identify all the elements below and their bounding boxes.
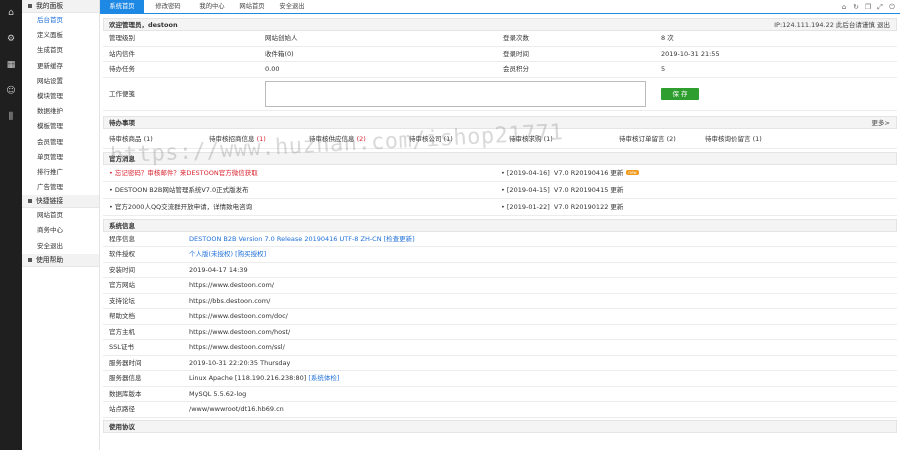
sidebar-item-generate-home[interactable]: 生成首页 — [22, 43, 99, 58]
sidebar: 我的面板 后台首页 定义面板 生成首页 更新缓存 网站设置 模块管理 数据维护 … — [22, 0, 100, 450]
admin-info-row: 站内信件 收件箱(0) 登录时间 2019-10-31 21:55 — [103, 47, 897, 63]
top-tab-bar: 系统首页 修改密码 我的中心 网站首页 安全退出 ⌂ ↻ ❐ ⤢ ⏻ — [100, 0, 900, 14]
admin-info-row: 管理级别 网站创始人 登录次数 8 次 — [103, 31, 897, 47]
system-row: 安装时间 2019-04-17 14:39 — [103, 263, 897, 278]
save-button[interactable]: 保 存 — [661, 87, 699, 100]
sidebar-item-custom-panel[interactable]: 定义面板 — [22, 28, 99, 43]
refresh-icon[interactable]: ↻ — [852, 3, 860, 11]
news-row: • 忘记密码？审核邮件？来DESTOON官方微信获取 • [2019-04-16… — [103, 165, 897, 182]
news-link[interactable]: • DESTOON B2B网站管理系统V7.0正式版发布 — [109, 182, 249, 199]
grid-icon[interactable]: ▦ — [6, 60, 16, 70]
tab-logout[interactable]: 安全退出 — [270, 0, 314, 14]
health-check-link[interactable]: [系统体检] — [308, 374, 339, 382]
system-row: 站点路径/www/wwwroot/dt16.hb69.cn — [103, 402, 897, 418]
sidebar-item-ranking[interactable]: 排行推广 — [22, 165, 99, 180]
sidebar-item-site-home[interactable]: 网站首页 — [22, 208, 99, 223]
ssl-link[interactable]: https://www.destoon.com/ssl/ — [189, 340, 285, 356]
system-row: 支持论坛 https://bbs.destoon.com/ — [103, 294, 897, 310]
system-header: 系统信息 — [103, 218, 897, 232]
home-icon[interactable]: ⌂ — [840, 3, 848, 11]
todo-header: 待办事项 更多> — [103, 115, 897, 129]
square-icon — [28, 257, 32, 262]
todo-item[interactable]: 待审核供应信息 (2) — [309, 129, 366, 149]
todo-item[interactable]: 待审核求购 (1) — [509, 129, 553, 149]
news-row: • DESTOON B2B网站管理系统V7.0正式版发布 • [2019-04-… — [103, 182, 897, 199]
update-link[interactable]: • [2019-01-22] V7.0 R20190122 更新 — [501, 199, 623, 216]
forum-link[interactable]: https://bbs.destoon.com/ — [189, 294, 270, 310]
main-content: 欢迎管理员，destoon IP:124.111.194.22 此后台请谨慎 退… — [103, 18, 897, 433]
sidebar-item-members[interactable]: 会员管理 — [22, 135, 99, 150]
notepad-row: 工作便笺 保 存 — [103, 78, 897, 111]
official-header: 官方消息 — [103, 151, 897, 165]
sidebar-item-site-settings[interactable]: 网站设置 — [22, 74, 99, 89]
todo-item[interactable]: 待审核询价留言 (1) — [705, 129, 762, 149]
welcome-bar: 欢迎管理员，destoon IP:124.111.194.22 此后台请谨慎 退… — [103, 18, 897, 31]
system-row: 数据库版本 MySQL 5.5.62-log — [103, 387, 897, 402]
news-link[interactable]: • 官方2000人QQ交流群开放申请，详情致电咨询 — [109, 199, 252, 216]
version-link[interactable]: DESTOON B2B Version 7.0 Release 20190416… — [189, 232, 415, 248]
tab-system-home[interactable]: 系统首页 — [100, 0, 144, 14]
gear-icon[interactable]: ⚙ — [6, 34, 16, 44]
todo-item[interactable]: 待审核招商信息 (1) — [209, 129, 266, 149]
todo-item[interactable]: 待审核商品 (1) — [109, 129, 153, 149]
user-icon[interactable]: ☺ — [6, 86, 16, 96]
sidebar-item-data[interactable]: 数据维护 — [22, 104, 99, 119]
icon-rail: ⌂ ⚙ ▦ ☺ ⫼ — [0, 0, 22, 450]
official-site-link[interactable]: https://www.destoon.com/ — [189, 278, 274, 294]
new-badge: new — [626, 170, 639, 175]
inbox-link[interactable]: 收件箱(0) — [265, 47, 294, 63]
todo-row: 待审核商品 (1) 待审核招商信息 (1) 待审核供应信息 (2) 待审核公司 … — [103, 129, 897, 149]
square-icon — [28, 199, 32, 204]
tab-site-home[interactable]: 网站首页 — [230, 0, 274, 14]
system-row: 官方网站 https://www.destoon.com/ — [103, 278, 897, 294]
fullscreen-icon[interactable]: ⤢ — [876, 3, 884, 11]
sidebar-item-modules[interactable]: 模块管理 — [22, 89, 99, 104]
tab-change-password[interactable]: 修改密码 — [148, 0, 188, 14]
admin-info-row: 待办任务 0.00 会员积分 5 — [103, 62, 897, 78]
docs-link[interactable]: https://www.destoon.com/doc/ — [189, 309, 288, 325]
copy-icon[interactable]: ❐ — [864, 3, 872, 11]
sidebar-item-business[interactable]: 商务中心 — [22, 223, 99, 238]
sidebar-group-panel[interactable]: 我的面板 — [22, 0, 99, 13]
system-row: 程序信息 DESTOON B2B Version 7.0 Release 2019… — [103, 232, 897, 248]
sidebar-item-home[interactable]: 后台首页 — [22, 13, 99, 28]
sidebar-group-links[interactable]: 快捷链接 — [22, 195, 99, 209]
sidebar-item-logout[interactable]: 安全退出 — [22, 239, 99, 254]
todo-item[interactable]: 待审核公司 (1) — [409, 129, 453, 149]
system-row: 服务器信息 Linux Apache [118.190.216.238:80] [… — [103, 371, 897, 387]
license-link[interactable]: 个人版(未授权) [购买授权] — [189, 247, 266, 263]
notepad-textarea[interactable] — [265, 80, 646, 107]
sidebar-item-update-cache[interactable]: 更新缓存 — [22, 59, 99, 74]
todo-item[interactable]: 待审核订单留言 (2) — [619, 129, 676, 149]
news-row: • 官方2000人QQ交流群开放申请，详情致电咨询 • [2019-01-22]… — [103, 199, 897, 216]
sidebar-item-pages[interactable]: 单页管理 — [22, 150, 99, 165]
update-link[interactable]: • [2019-04-15] V7.0 R20190415 更新 — [501, 182, 623, 199]
system-row: 服务器时间 2019-10-31 22:20:35 Thursday — [103, 356, 897, 371]
update-link[interactable]: • [2019-04-16] V7.0 R20190416 更新 new — [501, 165, 639, 182]
sidebar-item-ads[interactable]: 广告管理 — [22, 180, 99, 195]
usage-header: 使用协议 — [103, 419, 897, 433]
sidebar-item-templates[interactable]: 模板管理 — [22, 119, 99, 134]
news-link[interactable]: • 忘记密码？审核邮件？来DESTOON官方微信获取 — [109, 165, 258, 182]
system-row: SSL证书 https://www.destoon.com/ssl/ — [103, 340, 897, 356]
system-row: 帮助文档 https://www.destoon.com/doc/ — [103, 309, 897, 325]
system-row: 软件授权 个人版(未授权) [购买授权] — [103, 247, 897, 263]
square-icon — [28, 4, 32, 8]
power-icon[interactable]: ⏻ — [888, 3, 896, 11]
sidebar-group-help[interactable]: 使用帮助 — [22, 253, 99, 267]
home-icon[interactable]: ⌂ — [6, 8, 16, 18]
host-link[interactable]: https://www.destoon.com/host/ — [189, 325, 290, 341]
system-row: 官方主机 https://www.destoon.com/host/ — [103, 325, 897, 341]
tab-my-center[interactable]: 我的中心 — [190, 0, 234, 14]
chart-icon[interactable]: ⫼ — [6, 112, 16, 122]
